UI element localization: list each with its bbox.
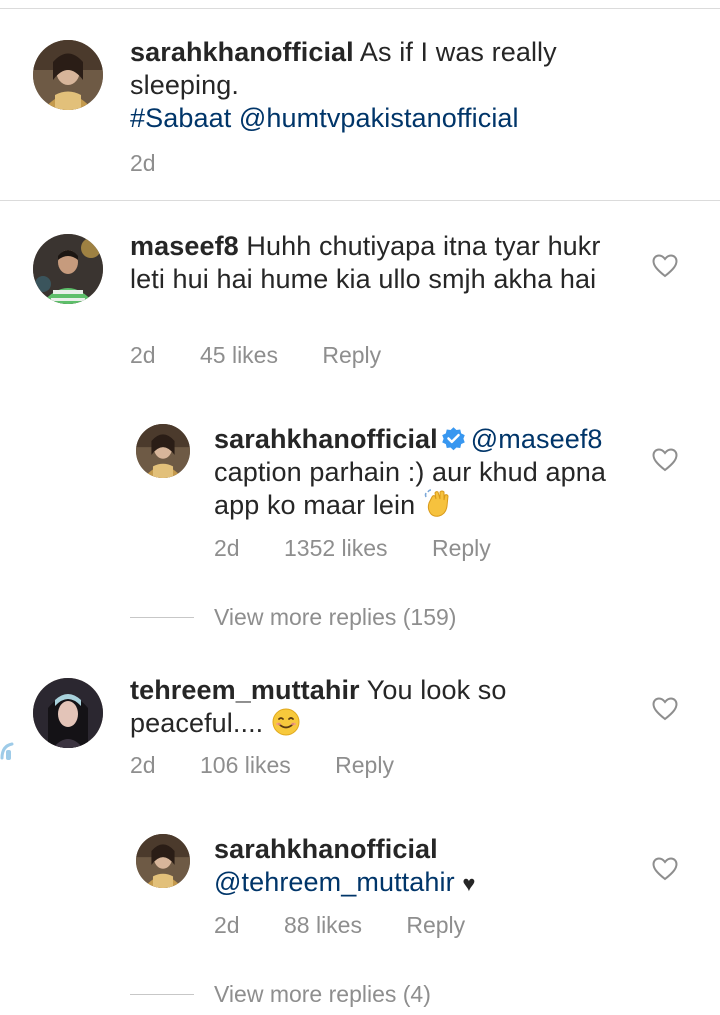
like-heart-icon[interactable] [652, 448, 678, 472]
caption-divider [0, 200, 720, 201]
reply-time: 2d [214, 535, 240, 561]
comment-username[interactable]: sarahkhanofficial [130, 37, 354, 67]
comment-meta: 2d [130, 150, 156, 177]
avatar[interactable] [33, 40, 103, 110]
reply-meta: 2d 88 likes Reply [214, 912, 465, 939]
reply-meta: 2d 1352 likes Reply [214, 535, 491, 562]
reply-button[interactable]: Reply [406, 912, 465, 938]
reply-likes[interactable]: 1352 likes [284, 535, 388, 561]
reply-mention[interactable]: @maseef8 [471, 424, 603, 454]
avatar-girl-photo-icon [33, 678, 103, 748]
view-more-replies-button[interactable]: View more replies (159) [214, 604, 456, 631]
reply-button[interactable]: Reply [432, 535, 491, 561]
comment-meta: 2d 106 likes Reply [130, 752, 394, 779]
avatar[interactable] [33, 678, 103, 748]
reply-likes[interactable]: 88 likes [284, 912, 362, 938]
comment-likes[interactable]: 45 likes [200, 342, 278, 368]
reply-text: ♥ [462, 871, 476, 896]
headphones-edge-icon[interactable] [0, 728, 18, 764]
avatar-man-photo-icon [33, 234, 103, 304]
smiling-face-emoji-icon [271, 707, 301, 737]
view-more-line [130, 617, 194, 618]
avatar-woman-photo-icon [136, 834, 190, 888]
reply-mention[interactable]: @tehreem_muttahir [214, 867, 455, 897]
like-heart-icon[interactable] [652, 697, 678, 721]
like-heart-icon[interactable] [652, 857, 678, 881]
comment-links[interactable]: #Sabaat @humtvpakistanofficial [130, 103, 519, 133]
avatar-woman-photo-icon [33, 40, 103, 110]
view-more-replies-button[interactable]: View more replies (4) [214, 981, 431, 1008]
reply-button[interactable]: Reply [335, 752, 394, 778]
comment-time: 2d [130, 752, 156, 778]
view-more-line [130, 994, 194, 995]
reply-time: 2d [214, 912, 240, 938]
avatar[interactable] [136, 424, 190, 478]
comment-time: 2d [130, 150, 156, 176]
avatar[interactable] [136, 834, 190, 888]
reply-username[interactable]: sarahkhanofficial [214, 424, 438, 454]
comment-likes[interactable]: 106 likes [200, 752, 291, 778]
reply-button[interactable]: Reply [322, 342, 381, 368]
waving-hand-emoji-icon [423, 489, 453, 519]
avatar[interactable] [33, 234, 103, 304]
verified-badge-icon [440, 425, 467, 452]
like-heart-icon[interactable] [652, 254, 678, 278]
comment-username[interactable]: maseef8 [130, 231, 239, 261]
reply-username[interactable]: sarahkhanofficial [214, 834, 438, 864]
comment-time: 2d [130, 342, 156, 368]
avatar-woman-photo-icon [136, 424, 190, 478]
comment-meta: 2d 45 likes Reply [130, 342, 381, 369]
top-divider [0, 0, 720, 9]
comment-username[interactable]: tehreem_muttahir [130, 675, 360, 705]
reply-text: caption parhain :) aur khud apna app ko … [214, 457, 606, 520]
